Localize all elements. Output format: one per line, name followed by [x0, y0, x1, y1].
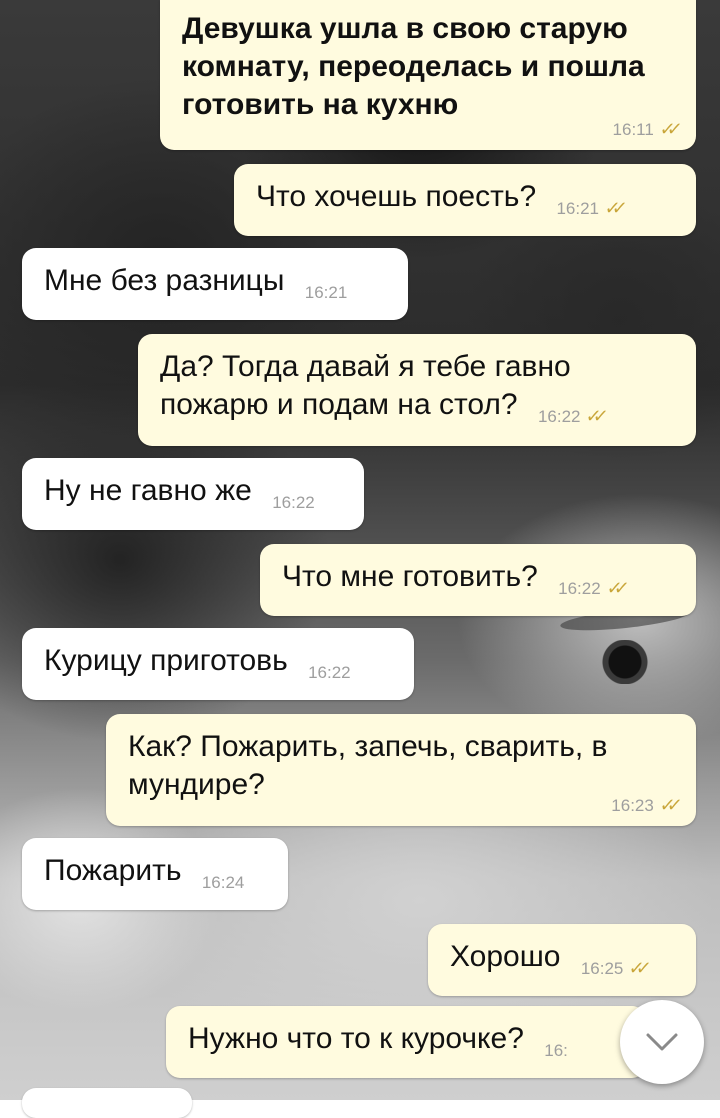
- message-time: 16:: [544, 1041, 568, 1060]
- message-incoming[interactable]: Пожарить 16:24: [22, 838, 288, 910]
- message-time: 16:21: [556, 199, 600, 218]
- message-incoming-partial[interactable]: [22, 1088, 192, 1118]
- message-text: Нужно что то к курочке?: [188, 1022, 524, 1055]
- message-time: 16:22: [558, 579, 601, 598]
- message-time: 16:23: [611, 796, 654, 815]
- message-incoming[interactable]: Мне без разницы 16:21: [22, 248, 408, 320]
- message-time: 16:24: [201, 873, 245, 892]
- chevron-down-icon: [646, 1033, 678, 1051]
- double-check-icon: ✓✓: [658, 119, 676, 139]
- message-meta: 16:22 ✓✓: [558, 569, 623, 608]
- message-time: 16:22: [272, 493, 315, 512]
- message-text: Ну не гавно же: [44, 474, 252, 507]
- message-text: Что мне готовить?: [282, 560, 538, 593]
- double-check-icon: ✓✓: [658, 795, 676, 815]
- message-outgoing[interactable]: Что хочешь поесть? 16:21 ✓✓: [234, 164, 696, 236]
- message-meta: 16:21 ✓✓: [556, 189, 621, 228]
- message-outgoing[interactable]: Как? Пожарить, запечь, сварить, в мундир…: [106, 714, 696, 826]
- double-check-icon: ✓✓: [605, 578, 623, 598]
- message-text: Девушка ушла в свою старую комнату, пере…: [182, 12, 645, 121]
- message-incoming[interactable]: Курицу приготовь 16:22: [22, 628, 414, 700]
- message-outgoing[interactable]: Да? Тогда давай я тебе гавно пожарю и по…: [138, 334, 696, 446]
- message-incoming[interactable]: Ну не гавно же 16:22: [22, 458, 364, 530]
- message-text: Курицу приготовь: [44, 644, 288, 677]
- double-check-icon: ✓✓: [585, 406, 603, 426]
- message-text: Что хочешь поесть?: [256, 180, 537, 213]
- message-time: 16:11: [612, 120, 654, 139]
- message-outgoing[interactable]: Нужно что то к курочке? 16:: [166, 1006, 646, 1078]
- message-outgoing[interactable]: Девушка ушла в свою старую комнату, пере…: [160, 0, 696, 150]
- message-meta: 16:25 ✓✓: [580, 949, 645, 988]
- message-time: 16:22: [308, 663, 351, 682]
- message-text: Пожарить: [44, 854, 182, 887]
- scroll-to-bottom-button[interactable]: [620, 1000, 704, 1084]
- message-text: Да? Тогда давай я тебе гавно пожарю и по…: [160, 350, 571, 421]
- message-outgoing[interactable]: Что мне готовить? 16:22 ✓✓: [260, 544, 696, 616]
- message-list[interactable]: Девушка ушла в свою старую комнату, пере…: [0, 0, 720, 1118]
- message-text: Мне без разницы: [44, 264, 285, 297]
- message-outgoing[interactable]: Хорошо 16:25 ✓✓: [428, 924, 696, 996]
- message-time: 16:21: [304, 283, 348, 302]
- double-check-icon: ✓✓: [627, 958, 645, 978]
- double-check-icon: ✓✓: [603, 198, 621, 218]
- message-time: 16:22: [537, 407, 581, 426]
- message-time: 16:25: [580, 959, 624, 978]
- message-meta: 16:22 ✓✓: [537, 397, 603, 436]
- message-text: Хорошо: [450, 940, 561, 973]
